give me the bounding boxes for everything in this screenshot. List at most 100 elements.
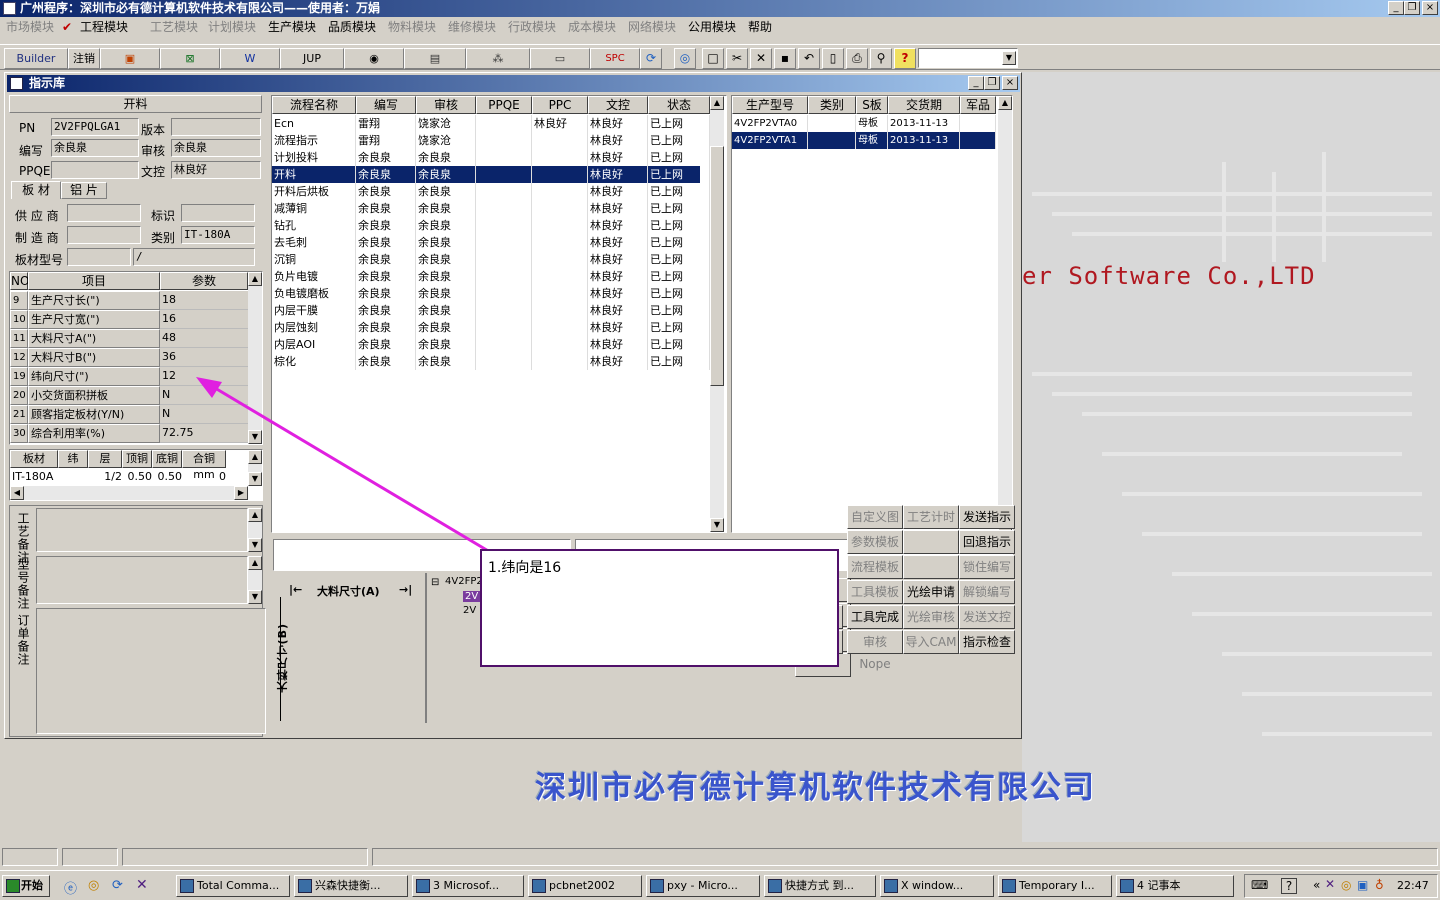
window-minimize-icon[interactable]: _ xyxy=(968,76,984,90)
process-scroll-thumb[interactable] xyxy=(710,146,724,386)
tree-node-1[interactable]: 2V xyxy=(463,591,481,602)
word-icon[interactable]: W xyxy=(220,48,280,69)
tree-expander-icon[interactable]: ⊟ xyxy=(431,577,439,588)
table-row[interactable]: 沉铜 余良泉 余良泉 林良好 已上网 xyxy=(272,251,710,268)
model-col-header[interactable]: 类别 xyxy=(808,96,856,114)
window-restore-icon[interactable]: ❐ xyxy=(984,76,1000,90)
menu-item-11[interactable]: 公用模块 xyxy=(688,17,736,37)
model-note-field[interactable] xyxy=(36,556,248,604)
menu-item-6[interactable]: 物料模块 xyxy=(388,17,436,37)
tray-app-icon[interactable]: ◎ xyxy=(1341,878,1351,892)
process-col-header[interactable]: 编写 xyxy=(356,96,416,114)
tray-qq-icon[interactable]: ♁ xyxy=(1375,878,1384,892)
cut-icon[interactable]: ✂ xyxy=(726,48,748,69)
globe-icon[interactable]: ◎ xyxy=(674,48,696,69)
close-icon[interactable]: × xyxy=(1422,1,1438,15)
jup-button[interactable]: JUP xyxy=(280,48,344,69)
undo-icon[interactable]: ↶ xyxy=(798,48,820,69)
process-col-header[interactable]: 审核 xyxy=(416,96,476,114)
excel-icon[interactable]: ⊠ xyxy=(160,48,220,69)
tab-aluminum[interactable]: 铝 片 xyxy=(61,182,107,199)
table-row[interactable]: 开料 余良泉 余良泉 林良好 已上网 xyxy=(272,166,710,183)
param-row-value[interactable]: 16 xyxy=(160,310,248,329)
tray-x-icon[interactable]: ✕ xyxy=(1325,877,1335,891)
preview-icon[interactable]: ▯ xyxy=(822,48,844,69)
builder-button[interactable]: Builder xyxy=(4,48,68,69)
process-col-header[interactable]: 流程名称 xyxy=(272,96,356,114)
model-col-header[interactable]: 军品 xyxy=(960,96,996,114)
model-scrollbar[interactable]: ▲ ▼ xyxy=(998,96,1012,532)
material-cell[interactable]: 1/2 xyxy=(88,468,122,485)
table-row[interactable]: 减薄铜 余良泉 余良泉 林良好 已上网 xyxy=(272,200,710,217)
model-col-header[interactable]: 交货期 xyxy=(888,96,960,114)
tray-network-icon[interactable]: ▣ xyxy=(1357,878,1368,892)
refresh-icon[interactable]: ⟳ xyxy=(640,48,662,69)
computer-icon[interactable]: ▭ xyxy=(530,48,590,69)
param-scrollbar[interactable]: ▲ ▼ xyxy=(248,272,262,444)
action-button-9[interactable]: 工具模板 xyxy=(847,580,903,604)
param-row-value[interactable]: N xyxy=(160,405,248,424)
taskbar-task[interactable]: 快捷方式 到... xyxy=(764,875,876,897)
process-col-header[interactable]: 文控 xyxy=(588,96,648,114)
minimize-icon[interactable]: _ xyxy=(1388,1,1404,15)
restore-icon[interactable]: ❐ xyxy=(1404,1,1420,15)
taskbar-task[interactable]: 兴森快捷衡... xyxy=(294,875,408,897)
ppqe-field[interactable] xyxy=(51,161,139,179)
menu-item-10[interactable]: 网络模块 xyxy=(628,17,676,37)
window-close-icon[interactable]: × xyxy=(1002,76,1018,90)
tab-board[interactable]: 板 材 xyxy=(11,181,61,199)
action-button-8[interactable]: 锁住编写 xyxy=(959,555,1015,579)
process-col-header[interactable]: 状态 xyxy=(648,96,710,114)
menu-item-3[interactable]: 计划模块 xyxy=(208,17,256,37)
param-row-value[interactable]: 36 xyxy=(160,348,248,367)
material-cell[interactable]: 0 xyxy=(182,468,226,485)
menu-item-5[interactable]: 品质模块 xyxy=(328,17,376,37)
table-row[interactable]: 内层干膜 余良泉 余良泉 林良好 已上网 xyxy=(272,302,710,319)
category-field[interactable]: IT-180A xyxy=(181,226,255,244)
toolbar-combo[interactable]: ▼ xyxy=(918,48,1018,68)
process-note-scroll[interactable]: ▲ ▼ xyxy=(248,508,262,552)
table-row[interactable]: 内层AOI 余良泉 余良泉 林良好 已上网 xyxy=(272,336,710,353)
menu-item-4[interactable]: 生产模块 xyxy=(268,17,316,37)
table-row[interactable]: 去毛刺 余良泉 余良泉 林良好 已上网 xyxy=(272,234,710,251)
action-button-11[interactable]: 解锁编写 xyxy=(959,580,1015,604)
table-row[interactable]: Ecn 雷翔 饶家沧 林良好 林良好 已上网 xyxy=(272,115,710,132)
new-file-icon[interactable]: □ xyxy=(702,48,724,69)
taskbar-task[interactable]: 3 Microsof... xyxy=(412,875,524,897)
action-button-25[interactable]: 审核Nope xyxy=(847,630,903,671)
maker-field[interactable] xyxy=(67,226,141,244)
material-cell[interactable]: 0.50 xyxy=(152,468,183,485)
start-button[interactable]: 开始 xyxy=(2,875,50,897)
help-tray-icon[interactable]: ? xyxy=(1281,878,1297,894)
eye-icon[interactable]: ◉ xyxy=(344,48,404,69)
process-col-header[interactable]: PPC xyxy=(532,96,588,114)
tray-expand-icon[interactable]: « xyxy=(1313,878,1320,892)
param-row-value[interactable]: 12 xyxy=(160,367,248,386)
x-icon[interactable]: ✕ xyxy=(136,877,148,893)
table-row[interactable]: 计划投料 余良泉 余良泉 林良好 已上网 xyxy=(272,149,710,166)
explorer-icon[interactable]: ⟳ xyxy=(112,878,123,893)
action-button-6[interactable]: 流程模板 xyxy=(847,555,903,579)
taskbar-task[interactable]: Total Comma... xyxy=(176,875,290,897)
taskbar-task[interactable]: Temporary I... xyxy=(998,875,1112,897)
print-icon[interactable]: ⎙ xyxy=(846,48,868,69)
board-model-field-b[interactable]: / xyxy=(133,248,255,266)
param-row-value[interactable]: 72.75 xyxy=(160,424,248,443)
review-field[interactable]: 余良泉 xyxy=(171,139,261,157)
taskbar-task[interactable]: pcbnet2002 xyxy=(528,875,642,897)
tree-node-root[interactable]: 4V2FP2 xyxy=(445,576,483,587)
action-button-5[interactable]: 回退指示 xyxy=(959,530,1015,554)
menu-item-8[interactable]: 行政模块 xyxy=(508,17,556,37)
doc-field[interactable]: 林良好 xyxy=(171,161,261,179)
quicklaunch-icon[interactable]: ◎ xyxy=(88,878,99,893)
table-row[interactable]: 开料后烘板 余良泉 余良泉 林良好 已上网 xyxy=(272,183,710,200)
action-button-10[interactable]: 光绘申请 xyxy=(903,580,959,604)
table-row[interactable]: 4V2FP2VTA1 母板 2013-11-13 xyxy=(732,132,996,149)
table-row[interactable]: 内层蚀刻 余良泉 余良泉 林良好 已上网 xyxy=(272,319,710,336)
table-row[interactable]: 4V2FP2VTA0 母板 2013-11-13 xyxy=(732,115,996,132)
material-cell[interactable]: IT-180A xyxy=(10,468,58,485)
table-row[interactable]: 流程指示 雷翔 饶家沧 林良好 已上网 xyxy=(272,132,710,149)
find-icon[interactable]: ⚲ xyxy=(870,48,892,69)
tree-node-2[interactable]: 2V xyxy=(463,605,476,616)
save-icon[interactable]: ▪ xyxy=(774,48,796,69)
